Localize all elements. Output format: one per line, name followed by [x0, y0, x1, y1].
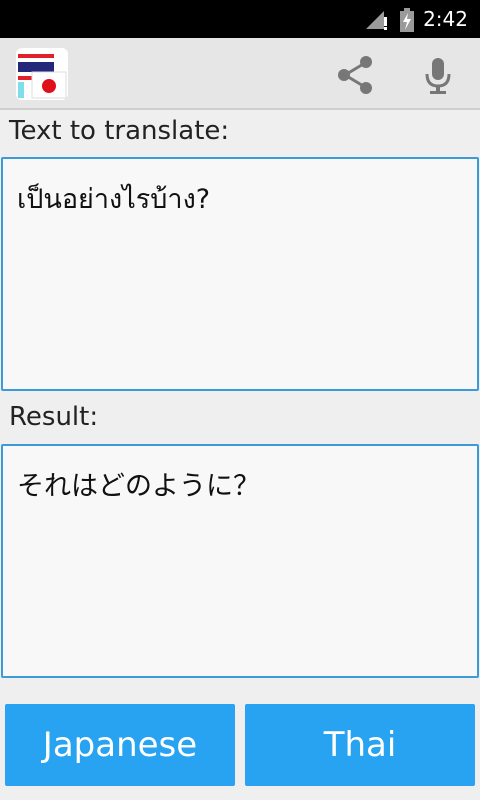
signal-icon	[366, 11, 387, 30]
share-icon[interactable]	[332, 52, 378, 98]
source-label: Text to translate:	[9, 116, 230, 146]
status-bar: 2:42	[0, 0, 480, 38]
action-bar	[0, 38, 480, 110]
japanese-language-button[interactable]: Japanese	[5, 704, 235, 786]
source-text-input[interactable]: เป็นอย่างไรบ้าง?	[1, 157, 479, 391]
result-text-area[interactable]: それはどのように？	[1, 444, 479, 678]
result-label: Result:	[9, 402, 99, 432]
thai-language-button[interactable]: Thai	[245, 704, 475, 786]
microphone-icon[interactable]	[418, 52, 458, 98]
thai-japanese-flags-icon[interactable]	[16, 48, 68, 100]
battery-icon	[400, 8, 414, 32]
clock-time: 2:42	[423, 7, 468, 31]
